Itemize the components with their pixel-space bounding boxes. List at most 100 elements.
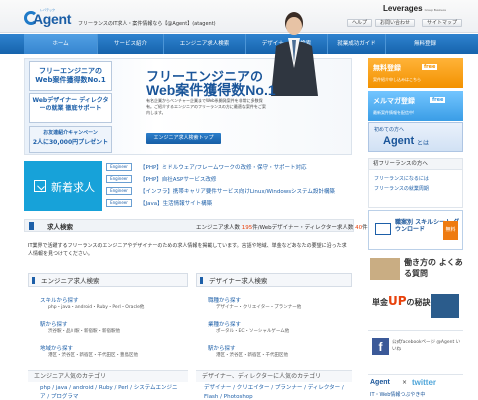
station-search-title[interactable]: 駅から探す: [40, 320, 68, 328]
count-mid: 件/Webデザイナー・ディレクター求人数: [252, 225, 354, 231]
skill-search-title[interactable]: スキルから探す: [40, 296, 79, 304]
sitemap-link[interactable]: サイトマップ: [422, 19, 463, 27]
twitter-banner[interactable]: Agent × twitter IT・Web情報つぶやき中: [368, 374, 463, 400]
designer-station-title[interactable]: 駅から探す: [208, 344, 236, 352]
nav-engineer-search[interactable]: エンジニア求人検索: [164, 34, 246, 54]
engineer-search-top-button[interactable]: エンジニア求人検索トップ: [146, 133, 221, 144]
count-label: エンジニア求人数: [196, 225, 241, 231]
facebook-box[interactable]: f 公式facebookページ @Agent いいね: [368, 330, 463, 370]
nav-home[interactable]: ホーム: [24, 34, 98, 54]
leverages-sub: Group Business: [424, 8, 446, 12]
industry-desc: ポータル・EC・ソーシャルゲーム他: [216, 329, 290, 334]
skill-search[interactable]: スキルから探す php・java・android・Ruby・Perl・Oracle…: [28, 296, 188, 314]
designer-station-desc: 港区・渋谷区・新宿区・千代田区他: [216, 353, 288, 358]
designer-station-search[interactable]: 駅から探す 港区・渋谷区・新宿区・千代田区他: [196, 344, 352, 362]
new-job-item[interactable]: Engineer 【PHP】自社ASPサービス改修: [106, 175, 216, 184]
checkbox-icon: [34, 180, 46, 192]
designer-popular-tags[interactable]: デザイナー / クリエイター / プランナー / ディレクター / Flash …: [204, 384, 344, 400]
free-badge: 無料: [443, 221, 458, 240]
agent-logo[interactable]: レバテック Agent: [24, 8, 72, 28]
count-unit: 件: [362, 225, 368, 231]
mail-magazine-banner[interactable]: メルマガ登録 free 最新案件情報を配信中!: [368, 91, 463, 121]
hero-panel-designer[interactable]: Webデザイナー ディレクターの就業 徹底サポート: [29, 93, 112, 123]
first-time-banner[interactable]: 初めての方へ Agent とは: [368, 122, 463, 152]
new-jobs-label-box: 新着求人: [24, 161, 102, 211]
leverages-word: Leverages: [383, 4, 423, 13]
faq-photo: [370, 258, 400, 280]
rate-up-post: の秘訣: [406, 298, 431, 307]
hero-panel-no1[interactable]: フリーエンジニアの Web案件獲得数No.1: [29, 61, 112, 91]
contact-link[interactable]: お問い合わせ: [375, 19, 416, 27]
monitor-icon: [375, 223, 391, 235]
station-search[interactable]: 駅から探す 渋谷駅・品川駅・新宿駅・新宿駅他: [28, 320, 188, 338]
register-sub: 案件紹介申し込みはこちら: [373, 77, 421, 82]
hero-description: 有名企業からベンチャー企業までWeb系開発案件を非常に多数保有。ご紹介するエンジ…: [146, 98, 266, 115]
job-type-desc: デザイナー・クリエイター・プランナー他: [216, 305, 302, 310]
site-tagline: フリーランスのIT求人・案件情報なら【@Agent】(atagent): [78, 21, 216, 27]
mail-free-tag: free: [430, 97, 446, 103]
new-job-item[interactable]: Engineer 【インフラ】携帯キャリア要件サービス向けLinux/Window…: [106, 187, 335, 196]
job-link[interactable]: 【PHP】自社ASPサービス改修: [140, 177, 216, 183]
job-link[interactable]: 【PHP】ミドルウェア/フレームワークの改修・保守・サポート対応: [140, 165, 306, 171]
section-marker: [32, 277, 35, 284]
faq-title: 働き方の よくある質問: [404, 258, 463, 278]
engineer-count: 195: [241, 225, 253, 231]
engineer-search-title: エンジニア求人検索: [41, 277, 100, 285]
job-search-title: 求人検索: [47, 223, 73, 231]
rate-up-pre: 単金: [372, 298, 388, 307]
section-marker: [200, 277, 203, 284]
first-freelance-title: 初フリーランスの方へ: [369, 159, 462, 170]
nav-service[interactable]: サービス紹介: [98, 34, 164, 54]
register-title: 無料登録: [373, 64, 401, 72]
twitter-agent-logo: Agent: [370, 379, 390, 386]
industry-title[interactable]: 業種から探す: [208, 320, 241, 328]
industry-search[interactable]: 業種から探す ポータル・EC・ソーシャルゲーム他: [196, 320, 352, 338]
free-register-banner[interactable]: 無料登録 free 案件紹介申し込みはこちら: [368, 58, 463, 88]
section-marker: [29, 222, 34, 230]
help-link[interactable]: ヘルプ: [347, 19, 373, 27]
nav-register[interactable]: 無料登録: [386, 34, 464, 54]
first-small: 初めての方へ: [374, 127, 405, 133]
area-search[interactable]: 地域から探す 港区・渋谷区・新宿区・千代田区・豊島区他: [28, 344, 188, 362]
job-count: エンジニア求人数 195件/Webデザイナー・ディレクター求人数 40件: [196, 223, 368, 231]
designer-search-heading: デザイナー求人検索: [196, 273, 352, 287]
new-job-item[interactable]: Engineer 【PHP】ミドルウェア/フレームワークの改修・保守・サポート対応: [106, 163, 306, 172]
hero-panel-campaign[interactable]: お友達紹介キャンペーン 2人に30,000円プレゼント: [29, 126, 112, 153]
new-job-item[interactable]: Engineer 【Java】生活情報サイト構築: [106, 199, 212, 208]
engineer-popular-tags[interactable]: php / java / android / Ruby / Perl / システ…: [40, 384, 180, 400]
rate-up-title: 単金UPの秘訣: [372, 295, 431, 308]
first-link[interactable]: フリーランスの就業周期: [374, 185, 429, 192]
first-logo: Agent: [383, 135, 415, 147]
first-link[interactable]: フリーランスになるには: [374, 175, 429, 182]
job-type-search[interactable]: 職種から探す デザイナー・クリエイター・プランナー他: [196, 296, 352, 314]
engineer-tag: Engineer: [106, 175, 132, 183]
area-search-title[interactable]: 地域から探す: [40, 344, 73, 352]
search-intro: IT業界で活躍するフリーランスのエンジニアやデザイナーのための求人情報を掲載して…: [28, 243, 347, 257]
new-jobs-label: 新着求人: [51, 181, 95, 194]
nav-success-guide[interactable]: 就業成功ガイド: [328, 34, 386, 54]
skill-search-desc: php・java・android・Ruby・Perl・Oracle他: [48, 305, 145, 310]
register-free-tag: free: [422, 64, 438, 70]
job-link[interactable]: 【Java】生活情報サイト構築: [140, 201, 212, 207]
hero-title-line2: Web案件獲得数No.1: [146, 82, 276, 98]
mail-sub: 最新案件情報を配信中!: [373, 110, 415, 115]
job-type-title[interactable]: 職種から探す: [208, 296, 241, 304]
rate-up-banner[interactable]: 単金UPの秘訣: [368, 290, 463, 322]
engineer-tag: Engineer: [106, 199, 132, 207]
twitter-sub: IT・Web情報つぶやき中: [370, 392, 426, 398]
logo-word: Agent: [33, 11, 72, 27]
facebook-icon: f: [372, 338, 389, 355]
faq-banner[interactable]: 働き方の よくある質問: [368, 255, 463, 283]
mail-title: メルマガ登録: [373, 97, 415, 105]
skill-sheet-download-banner[interactable]: 職案別 スキルシート ダウンロード 無料: [368, 210, 463, 250]
leverages-logo[interactable]: Leverages Group Business: [383, 4, 446, 13]
area-search-desc: 港区・渋谷区・新宿区・千代田区・豊島区他: [48, 353, 138, 358]
facebook-text: 公式facebookページ @Agent いいね: [392, 340, 461, 352]
campaign-bold: 2人に30,000円プレゼント: [32, 139, 109, 146]
job-link[interactable]: 【インフラ】携帯キャリア要件サービス向けLinux/Windowsシステム設計構…: [140, 189, 335, 195]
rate-up-photo: [431, 294, 459, 318]
designer-popular-heading: デザイナー、ディレクターに人気のカテゴリ: [196, 370, 352, 382]
twitter-x: ×: [402, 379, 408, 386]
first-to: とは: [417, 140, 430, 147]
designer-search-title: デザイナー求人検索: [209, 277, 268, 285]
